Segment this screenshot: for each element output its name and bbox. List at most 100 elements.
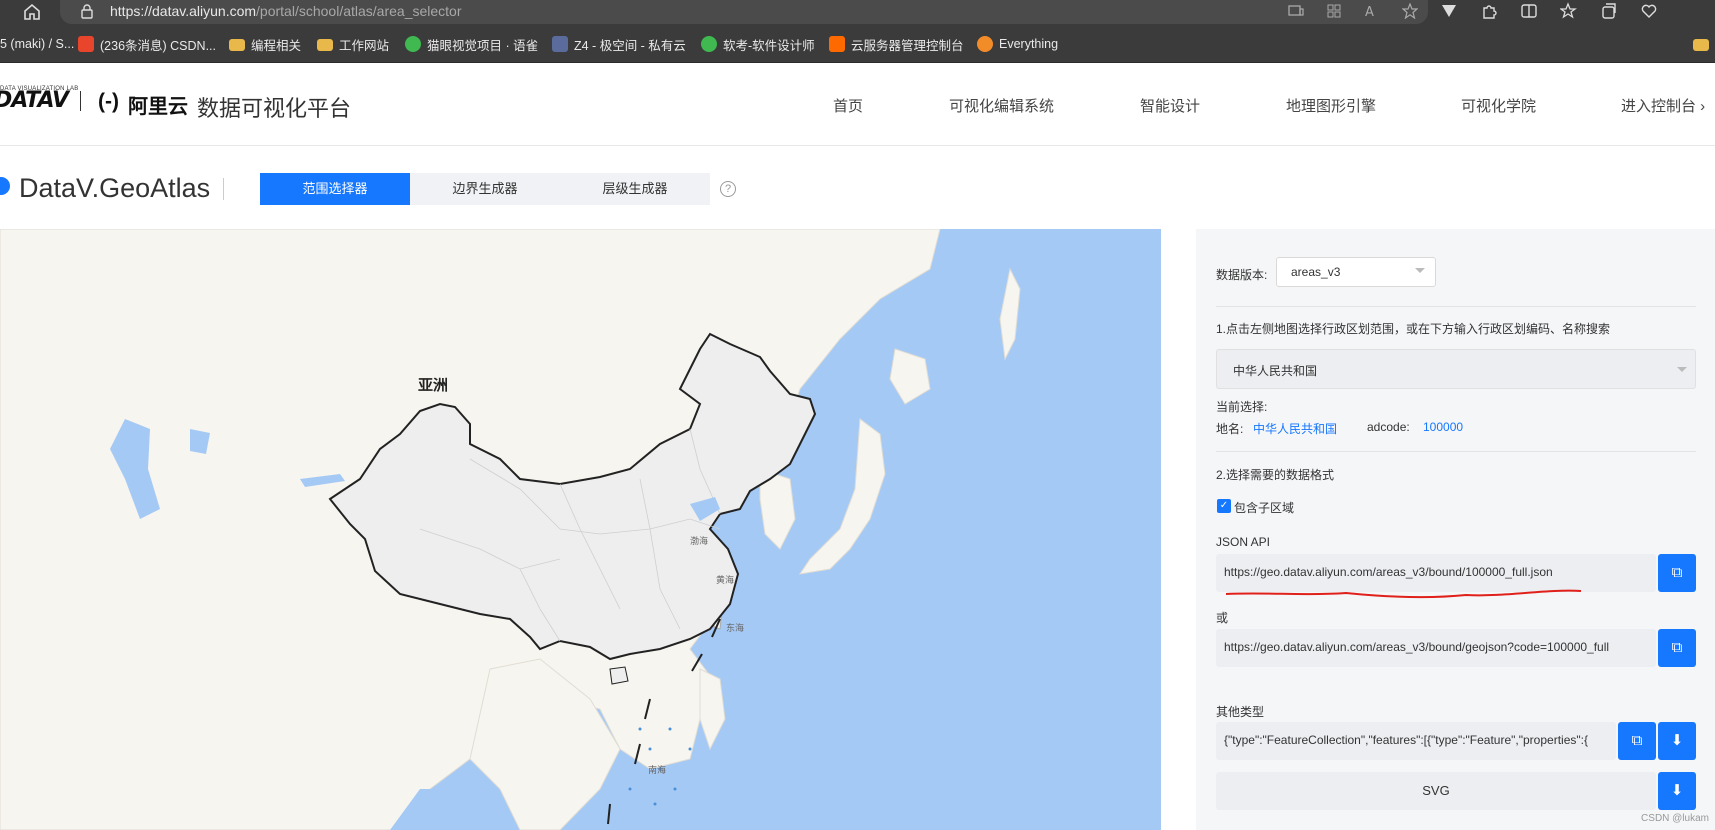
land-hokkaido <box>889 348 931 405</box>
favorite-star-icon[interactable] <box>1401 2 1419 20</box>
other-types-label: 其他类型 <box>1216 705 1265 719</box>
folder-icon <box>317 39 333 51</box>
region-select[interactable]: 中华人民共和国 <box>1216 349 1696 389</box>
site-title: 数据可视化平台 <box>197 96 352 121</box>
folder-icon <box>1693 39 1709 51</box>
sea-label: 黄海 <box>716 575 735 585</box>
include-subareas-label[interactable]: 包含子区域 <box>1234 499 1294 516</box>
bookmark-item[interactable]: (236条消息) CSDN... <box>78 35 216 53</box>
collections-icon[interactable] <box>1600 2 1618 20</box>
title-divider <box>223 178 224 200</box>
watermark: CSDN @lukam <box>1641 813 1709 824</box>
divider <box>1216 306 1696 307</box>
map-svg[interactable] <box>0 229 1161 830</box>
home-icon[interactable] <box>22 2 42 22</box>
map-canvas[interactable]: 亚洲 渤海 黄海 东海 南海 <box>0 229 1161 830</box>
version-value: areas_v3 <box>1291 265 1341 279</box>
continent-label: 亚洲 <box>418 377 449 394</box>
tool-tabs: 范围选择器 边界生成器 层级生成器 <box>260 173 710 205</box>
folder-icon <box>229 39 245 51</box>
step1-instruction: 1.点击左侧地图选择行政区划范围，或在下方输入行政区划编码、名称搜索 <box>1216 322 1611 336</box>
ruankao-icon <box>701 36 717 52</box>
step2-instruction: 2.选择需要的数据格式 <box>1216 468 1335 482</box>
lock-icon[interactable] <box>80 3 94 19</box>
name-value: 中华人民共和国 <box>1253 422 1338 436</box>
aliyun-logo-icon[interactable]: (-) <box>98 90 119 114</box>
bookmark-folder[interactable]: 工作网站 <box>317 35 389 53</box>
copy-icon[interactable]: ⧉ <box>1618 722 1656 760</box>
region-value: 中华人民共和国 <box>1233 364 1318 378</box>
red-underline-annotation <box>1226 589 1582 599</box>
download-icon[interactable]: ⬇ <box>1658 722 1696 760</box>
bookmark-folder[interactable]: 编程相关 <box>229 35 301 53</box>
nav-home[interactable]: 首页 <box>833 95 863 116</box>
land-sakhalin <box>999 267 1021 361</box>
vpn-icon[interactable] <box>1440 2 1458 20</box>
browser-toolbar: https://datav.aliyun.com/portal/school/a… <box>0 0 1715 25</box>
aliyun-icon <box>829 36 845 52</box>
version-select[interactable]: areas_v3 <box>1276 257 1436 287</box>
url-text[interactable]: https://datav.aliyun.com/portal/school/a… <box>110 3 462 19</box>
apps-icon[interactable] <box>1326 3 1342 19</box>
svg-format-button[interactable]: SVG <box>1216 772 1656 810</box>
address-bar[interactable]: https://datav.aliyun.com/portal/school/a… <box>60 0 1428 24</box>
device-icon[interactable] <box>1288 3 1304 19</box>
zspace-icon <box>552 36 568 52</box>
divider <box>1216 451 1696 452</box>
everything-icon <box>977 36 993 52</box>
geojson-url-field[interactable]: https://geo.datav.aliyun.com/areas_v3/bo… <box>1216 629 1656 667</box>
geoatlas-logo-icon <box>0 177 10 195</box>
current-selection-label: 当前选择: <box>1216 400 1268 414</box>
read-aloud-icon[interactable]: A <box>1364 3 1380 20</box>
tab-level-generator[interactable]: 层级生成器 <box>560 173 710 205</box>
sea-label: 东海 <box>726 623 745 633</box>
tab-boundary-generator[interactable]: 边界生成器 <box>410 173 560 205</box>
bookmark-item[interactable]: 猫眼视觉项目 · 语雀 <box>405 35 538 53</box>
tab-area-selector[interactable]: 范围选择器 <box>260 173 410 205</box>
bookmark-item[interactable]: 5 (maki) / S... <box>0 35 74 53</box>
bookmark-folder[interactable] <box>1693 35 1709 53</box>
bookmark-item[interactable]: Z4 - 极空间 - 私有云 <box>552 35 686 53</box>
nav-console[interactable]: 进入控制台 › <box>1621 95 1705 116</box>
bookmarks-bar: 5 (maki) / S... (236条消息) CSDN... 编程相关 工作… <box>0 25 1715 63</box>
bookmark-item[interactable]: 云服务器管理控制台 <box>829 35 964 53</box>
adcode-value: 100000 <box>1423 420 1464 434</box>
download-icon[interactable]: ⬇ <box>1658 772 1696 810</box>
or-label: 或 <box>1216 611 1229 625</box>
land-hainan <box>609 666 629 685</box>
bookmark-item[interactable]: 软考-软件设计师 <box>701 35 815 53</box>
feature-collection-field[interactable]: {"type":"FeatureCollection","features":[… <box>1216 722 1616 760</box>
nav-editor[interactable]: 可视化编辑系统 <box>949 95 1054 116</box>
copy-icon[interactable]: ⧉ <box>1658 629 1696 667</box>
svg-text:A: A <box>1365 5 1374 19</box>
nav-academy[interactable]: 可视化学院 <box>1461 95 1536 116</box>
nav-smart-design[interactable]: 智能设计 <box>1140 95 1200 116</box>
adcode-label: adcode: <box>1367 420 1410 434</box>
performance-icon[interactable] <box>1640 2 1658 20</box>
csdn-icon <box>78 36 94 52</box>
config-panel: 数据版本: areas_v3 1.点击左侧地图选择行政区划范围，或在下方输入行政… <box>1196 229 1715 830</box>
extensions-icon[interactable] <box>1480 2 1498 20</box>
logo-divider <box>80 91 81 111</box>
land-japan <box>798 418 886 575</box>
name-label: 地名: <box>1216 422 1244 436</box>
favorites-icon[interactable] <box>1559 2 1578 20</box>
land-philippines <box>699 668 726 751</box>
json-api-label: JSON API <box>1216 535 1271 549</box>
sea-label: 南海 <box>648 765 667 775</box>
aliyun-logo-text[interactable]: 阿里云 <box>128 90 188 119</box>
site-header: DATA VISUALIZATION LAB DATAV (-) 阿里云 数据可… <box>0 63 1715 146</box>
version-label: 数据版本: <box>1216 268 1268 282</box>
help-icon[interactable]: ? <box>720 181 736 197</box>
nav-geo-engine[interactable]: 地理图形引擎 <box>1286 95 1376 116</box>
chevron-down-icon <box>1415 268 1425 273</box>
split-screen-icon[interactable] <box>1520 2 1538 20</box>
yuque-icon <box>405 36 421 52</box>
sea-label: 渤海 <box>690 536 709 546</box>
chevron-down-icon <box>1677 367 1687 372</box>
bookmark-item[interactable]: Everything <box>977 35 1058 53</box>
geoatlas-title: DataV.GeoAtlas <box>19 173 211 203</box>
include-subareas-checkbox[interactable]: ✓ <box>1217 499 1231 513</box>
datav-logo[interactable]: DATAV <box>0 88 69 113</box>
copy-icon[interactable]: ⧉ <box>1658 554 1696 592</box>
